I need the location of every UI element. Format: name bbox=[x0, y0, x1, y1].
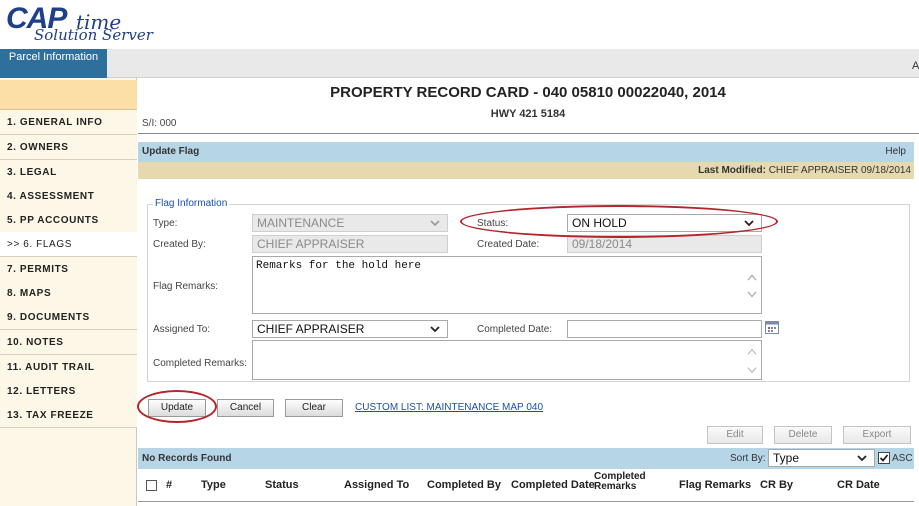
column-header-status[interactable]: Status bbox=[265, 479, 299, 491]
sort-by-select-value: Type bbox=[773, 451, 800, 465]
sidebar-item-maps[interactable]: 8. MAPS bbox=[0, 281, 137, 306]
column-header-number[interactable]: # bbox=[166, 479, 172, 491]
custom-list-link[interactable]: CUSTOM LIST: MAINTENANCE MAP 040 bbox=[355, 402, 543, 413]
column-header-cr-date[interactable]: CR Date bbox=[837, 479, 880, 491]
update-flag-bar: Update Flag Help bbox=[138, 142, 914, 162]
chevron-down-icon bbox=[857, 455, 867, 462]
property-address: HWY 421 5184 bbox=[490, 108, 566, 120]
sidebar-item-tax-freeze[interactable]: 13. TAX FREEZE bbox=[0, 403, 137, 428]
table-bottom-border bbox=[138, 501, 914, 502]
si-number: S/I: 000 bbox=[142, 118, 177, 129]
edit-button[interactable]: Edit bbox=[707, 426, 763, 444]
sort-by-label: Sort By: bbox=[730, 453, 766, 464]
sidebar-item-flags[interactable]: >> 6. FLAGS bbox=[0, 232, 137, 257]
sidebar-item-notes[interactable]: 10. NOTES bbox=[0, 330, 137, 355]
last-modified-text: Last Modified: CHIEF APPRAISER 09/18/201… bbox=[698, 165, 911, 176]
assigned-to-label: Assigned To: bbox=[153, 324, 211, 335]
assigned-to-select-value: CHIEF APPRAISER bbox=[257, 322, 365, 336]
type-select[interactable]: MAINTENANCE bbox=[252, 214, 448, 232]
sidebar-item-assessment[interactable]: 4. ASSESSMENT bbox=[0, 184, 137, 209]
top-bar-fragment-text: A bbox=[912, 60, 919, 72]
sidebar-item-letters[interactable]: 12. LETTERS bbox=[0, 379, 137, 404]
completed-date-input[interactable] bbox=[567, 320, 762, 338]
calendar-icon[interactable] bbox=[765, 321, 779, 334]
chevron-down-icon bbox=[430, 220, 440, 227]
column-header-flag-remarks[interactable]: Flag Remarks bbox=[679, 479, 751, 491]
cancel-button[interactable]: Cancel bbox=[217, 399, 274, 417]
column-header-assigned-to[interactable]: Assigned To bbox=[344, 479, 409, 491]
sort-by-select[interactable]: Type bbox=[768, 449, 875, 467]
asc-label: ASC bbox=[892, 453, 913, 464]
column-header-completed-by[interactable]: Completed By bbox=[427, 479, 501, 491]
sidebar-item-general-info[interactable]: 1. GENERAL INFO bbox=[0, 110, 137, 135]
top-tab-bar bbox=[0, 49, 919, 78]
update-flag-label: Update Flag bbox=[142, 146, 200, 157]
help-link[interactable]: Help bbox=[885, 146, 906, 157]
sidebar-item-audit-trail[interactable]: 11. AUDIT TRAIL bbox=[0, 355, 137, 380]
status-highlight-oval bbox=[460, 205, 778, 238]
last-modified-label: Last Modified: bbox=[698, 165, 766, 176]
textarea-scrollbar[interactable] bbox=[745, 257, 759, 313]
sidebar-header bbox=[0, 80, 137, 110]
sidebar-item-legal[interactable]: 3. LEGAL bbox=[0, 160, 137, 185]
records-table-header: # Type Status Assigned To Completed By C… bbox=[138, 470, 914, 501]
column-header-cr-by[interactable]: CR By bbox=[760, 479, 793, 491]
completed-date-label: Completed Date: bbox=[477, 324, 553, 335]
page-title: PROPERTY RECORD CARD - 040 05810 0002204… bbox=[330, 84, 726, 101]
chevron-down-icon bbox=[430, 326, 440, 333]
clear-button[interactable]: Clear bbox=[285, 399, 343, 417]
flag-information-legend: Flag Information bbox=[153, 198, 230, 209]
type-select-value: MAINTENANCE bbox=[257, 216, 345, 230]
created-by-field: CHIEF APPRAISER bbox=[252, 235, 448, 253]
completed-remarks-textarea[interactable] bbox=[252, 340, 762, 380]
logo-subtitle: Solution Server bbox=[34, 26, 153, 44]
column-header-completed-remarks[interactable]: Completed Remarks bbox=[594, 472, 656, 492]
created-by-label: Created By: bbox=[153, 239, 206, 250]
type-label: Type: bbox=[153, 218, 178, 229]
sidebar-item-owners[interactable]: 2. OWNERS bbox=[0, 135, 137, 160]
completed-remarks-label: Completed Remarks: bbox=[153, 358, 247, 369]
sidebar-item-documents[interactable]: 9. DOCUMENTS bbox=[0, 305, 137, 330]
textarea-scrollbar[interactable] bbox=[745, 341, 759, 379]
delete-button[interactable]: Delete bbox=[774, 426, 832, 444]
flag-remarks-label: Flag Remarks: bbox=[153, 281, 219, 292]
sidebar-item-permits[interactable]: 7. PERMITS bbox=[0, 257, 137, 282]
last-modified-bar: Last Modified: CHIEF APPRAISER 09/18/201… bbox=[138, 162, 914, 179]
select-all-checkbox[interactable] bbox=[146, 480, 157, 491]
asc-checkbox[interactable] bbox=[878, 452, 890, 464]
flag-remarks-text: Remarks for the hold here bbox=[256, 260, 422, 272]
captime-logo: CAP time Solution Server bbox=[4, 2, 224, 46]
column-header-completed-date[interactable]: Completed Date bbox=[511, 479, 595, 491]
records-bar: No Records Found Sort By: Type ASC bbox=[138, 448, 914, 469]
update-highlight-oval bbox=[137, 390, 217, 423]
tab-parcel-information[interactable]: Parcel Information bbox=[0, 49, 107, 78]
no-records-label: No Records Found bbox=[142, 453, 232, 464]
sidebar-item-pp-accounts[interactable]: 5. PP ACCOUNTS bbox=[0, 208, 137, 233]
export-button[interactable]: Export bbox=[843, 426, 911, 444]
flag-remarks-textarea[interactable]: Remarks for the hold here bbox=[252, 256, 762, 314]
created-date-label: Created Date: bbox=[477, 239, 540, 250]
column-header-type[interactable]: Type bbox=[201, 479, 226, 491]
header-divider bbox=[138, 133, 919, 134]
assigned-to-select[interactable]: CHIEF APPRAISER bbox=[252, 320, 448, 338]
last-modified-value: CHIEF APPRAISER 09/18/2014 bbox=[768, 165, 911, 176]
